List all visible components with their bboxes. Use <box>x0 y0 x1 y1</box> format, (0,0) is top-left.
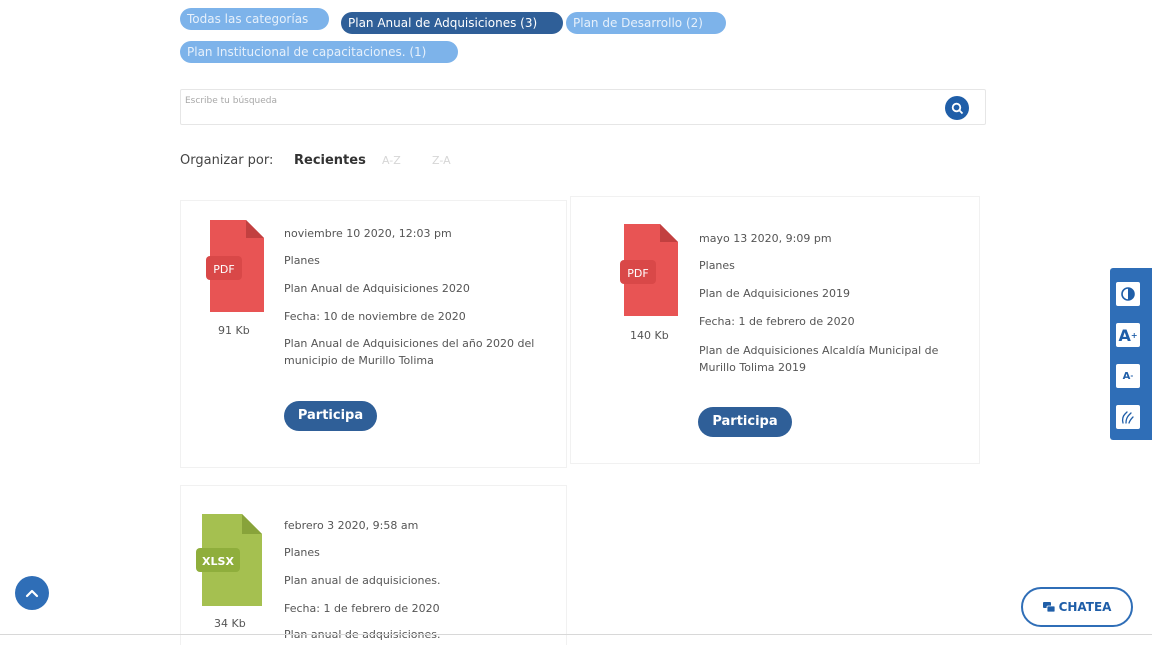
category-plan-institucional[interactable]: Plan Institucional de capacitaciones. (1… <box>180 41 458 63</box>
participa-button[interactable]: Participa <box>284 401 377 431</box>
category-plan-anual[interactable]: Plan Anual de Adquisiciones (3) <box>341 12 563 34</box>
participa-button[interactable]: Participa <box>698 407 792 437</box>
increase-font-button[interactable]: A + <box>1116 323 1140 347</box>
category-plan-desarrollo[interactable]: Plan de Desarrollo (2) <box>566 12 726 34</box>
file-type-label: XLSX <box>202 555 234 568</box>
search-icon <box>951 102 963 114</box>
chat-icon <box>1042 601 1055 612</box>
chat-label: CHATEA <box>1058 600 1112 614</box>
decrease-font-button[interactable]: A- <box>1116 364 1140 388</box>
chevron-up-icon <box>25 589 39 598</box>
decrease-font-sup: - <box>1130 372 1134 380</box>
document-fecha: Fecha: 10 de noviembre de 2020 <box>284 310 466 323</box>
search-input[interactable]: Escribe tu búsqueda <box>185 96 277 106</box>
decrease-font-label: A <box>1122 370 1131 382</box>
document-description-cont: municipio de Murillo Tolima <box>284 354 434 367</box>
document-fecha: Fecha: 1 de febrero de 2020 <box>699 315 855 328</box>
file-type-label: PDF <box>213 263 234 276</box>
document-category: Planes <box>284 254 320 267</box>
document-description-cont: Murillo Tolima 2019 <box>699 361 807 374</box>
sort-label: Organizar por: <box>180 153 274 168</box>
contrast-icon <box>1121 287 1135 301</box>
chat-button[interactable]: CHATEA <box>1021 587 1133 627</box>
file-size: 91 Kb <box>218 324 250 337</box>
document-title: Plan anual de adquisiciones. <box>284 574 441 587</box>
xlsx-file-icon: XLSX <box>196 514 262 606</box>
contrast-button[interactable] <box>1116 282 1140 306</box>
sign-language-icon <box>1121 411 1134 424</box>
footer-divider <box>0 634 1152 635</box>
file-size: 34 Kb <box>214 617 246 630</box>
pdf-file-icon: PDF <box>206 220 264 312</box>
accessibility-toolbar: A + A- <box>1110 268 1152 440</box>
document-date: mayo 13 2020, 9:09 pm <box>699 232 832 245</box>
document-description: Plan Anual de Adquisiciones del año 2020… <box>284 337 535 350</box>
search-button[interactable] <box>945 96 969 120</box>
file-type-label: PDF <box>627 267 648 280</box>
scroll-top-button[interactable] <box>15 576 49 610</box>
sort-z-a[interactable]: Z-A <box>432 154 451 167</box>
document-date: noviembre 10 2020, 12:03 pm <box>284 227 452 240</box>
sign-language-button[interactable] <box>1116 405 1140 429</box>
sort-recientes[interactable]: Recientes <box>294 153 366 168</box>
document-description: Plan de Adquisiciones Alcaldía Municipal… <box>699 344 939 357</box>
file-size: 140 Kb <box>630 329 669 342</box>
document-title: Plan Anual de Adquisiciones 2020 <box>284 282 470 295</box>
document-category: Planes <box>699 259 735 272</box>
document-fecha: Fecha: 1 de febrero de 2020 <box>284 602 440 615</box>
increase-font-label: A <box>1118 325 1131 345</box>
document-date: febrero 3 2020, 9:58 am <box>284 519 419 532</box>
pdf-file-icon: PDF <box>620 224 678 316</box>
sort-a-z[interactable]: A-Z <box>382 154 401 167</box>
document-title: Plan de Adquisiciones 2019 <box>699 287 851 300</box>
document-category: Planes <box>284 546 320 559</box>
category-all[interactable]: Todas las categorías <box>180 8 329 30</box>
increase-font-sup: + <box>1130 330 1138 340</box>
search-field[interactable]: Escribe tu búsqueda <box>180 89 986 125</box>
